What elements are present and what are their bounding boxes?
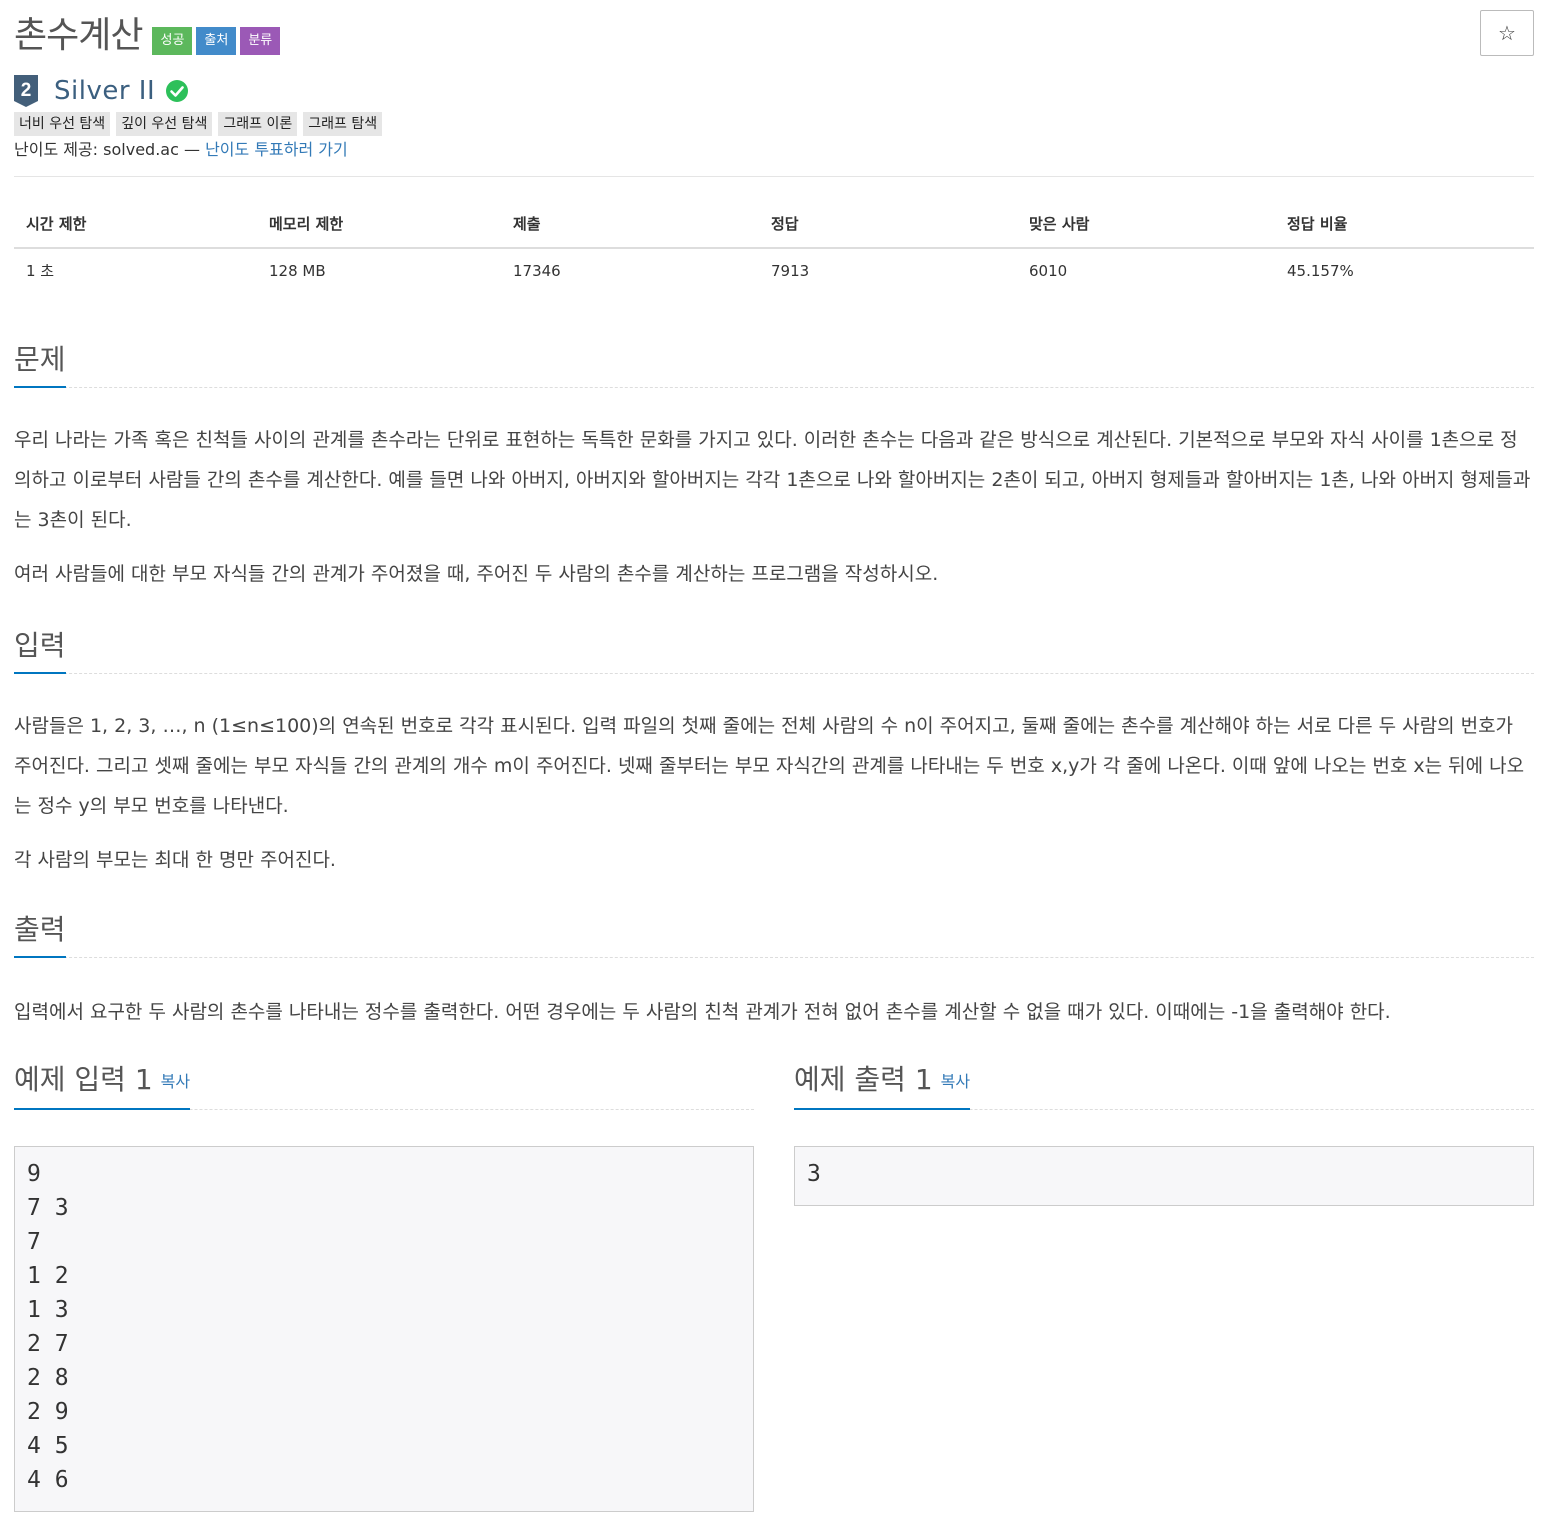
favorite-star-button[interactable]: ☆ <box>1480 10 1534 56</box>
output-section-title: 출력 <box>14 910 66 958</box>
silver-tier-icon[interactable]: 2 <box>14 75 38 107</box>
sample-output-header: 예제 출력 1 복사 <box>794 1062 1534 1110</box>
star-icon: ☆ <box>1498 22 1516 45</box>
label-badges: 성공 출처 분류 <box>152 27 281 55</box>
input-section-title: 입력 <box>14 626 66 674</box>
accept-ratio-value: 45.157% <box>1287 261 1354 280</box>
copy-sample-output-button[interactable]: 복사 <box>941 1072 970 1091</box>
category-badge[interactable]: 분류 <box>240 27 281 55</box>
tag-graph-traversal[interactable]: 그래프 탐색 <box>303 112 383 136</box>
tag-bfs[interactable]: 너비 우선 탐색 <box>14 112 111 136</box>
accepted-value[interactable]: 7913 <box>759 248 1017 292</box>
tier-row: 2 Silver II <box>14 74 189 108</box>
sample-input-title-wrap: 예제 입력 1 복사 <box>14 1060 191 1110</box>
input-paragraph: 각 사람의 부모는 최대 한 명만 주어진다. <box>14 849 336 871</box>
problem-description: 우리 나라는 가족 혹은 친척들 사이의 관계를 촌수라는 단위로 표현하는 독… <box>14 420 1534 608</box>
source-badge[interactable]: 출처 <box>196 27 237 55</box>
tier-level-text: 2 <box>21 80 32 101</box>
problem-paragraph: 여러 사람들에 대한 부모 자식들 간의 관계가 주어졌을 때, 주어진 두 사… <box>14 563 939 585</box>
table-header-row: 시간 제한 메모리 제한 제출 정답 맞은 사람 정답 비율 <box>14 200 1534 249</box>
sample-output-box[interactable]: 3 <box>794 1146 1534 1206</box>
output-description: 입력에서 요구한 두 사람의 촌수를 나타내는 정수를 출력한다. 어떤 경우에… <box>14 992 1534 1046</box>
problem-paragraph: 우리 나라는 가족 혹은 친척들 사이의 관계를 촌수라는 단위로 표현하는 독… <box>14 429 1531 531</box>
problem-title: 촌수계산 <box>14 15 143 56</box>
time-limit-header: 시간 제한 <box>14 200 257 249</box>
difficulty-vote-link[interactable]: 난이도 투표하러 가기 <box>205 140 348 159</box>
output-paragraph: 입력에서 요구한 두 사람의 촌수를 나타내는 정수를 출력한다. 어떤 경우에… <box>14 1001 1391 1023</box>
sample-input-box[interactable]: 9 7 3 7 1 2 1 3 2 7 2 8 2 9 4 5 4 6 <box>14 1146 754 1512</box>
solved-users-header: 맞은 사람 <box>1017 200 1275 249</box>
problem-info-table: 시간 제한 메모리 제한 제출 정답 맞은 사람 정답 비율 1 초 128 M… <box>14 200 1534 292</box>
time-limit-value: 1 초 <box>26 262 55 280</box>
check-circle-icon <box>166 80 189 102</box>
title-row: 촌수계산 성공 출처 분류 <box>14 12 281 60</box>
solved-users-value[interactable]: 6010 <box>1017 248 1275 292</box>
input-section-header: 입력 <box>14 626 1534 674</box>
submissions-value[interactable]: 17346 <box>501 248 759 292</box>
sample-output-title-wrap: 예제 출력 1 복사 <box>794 1060 971 1110</box>
tier-name[interactable]: Silver II <box>54 76 155 106</box>
sample-input-header: 예제 입력 1 복사 <box>14 1062 754 1110</box>
divider <box>14 176 1534 177</box>
sample-input-title: 예제 입력 1 <box>14 1063 153 1096</box>
input-description: 사람들은 1, 2, 3, …, n (1≤n≤100)의 연속된 번호로 각각… <box>14 706 1534 894</box>
submissions-header: 제출 <box>501 200 759 249</box>
difficulty-provider: 난이도 제공: solved.ac — 난이도 투표하러 가기 <box>14 138 348 162</box>
algorithm-tags: 너비 우선 탐색 깊이 우선 탐색 그래프 이론 그래프 탐색 <box>14 112 383 136</box>
problem-section-header: 문제 <box>14 340 1534 388</box>
accept-ratio-header: 정답 비율 <box>1275 200 1534 249</box>
accepted-header: 정답 <box>759 200 1017 249</box>
input-paragraph: 사람들은 1, 2, 3, …, n (1≤n≤100)의 연속된 번호로 각각… <box>14 715 1525 817</box>
output-section-header: 출력 <box>14 910 1534 958</box>
problem-section-title: 문제 <box>14 340 66 388</box>
sample-output-title: 예제 출력 1 <box>794 1063 933 1096</box>
memory-limit-header: 메모리 제한 <box>257 200 501 249</box>
tag-dfs[interactable]: 깊이 우선 탐색 <box>116 112 213 136</box>
success-badge: 성공 <box>152 27 193 55</box>
table-row: 1 초 128 MB 17346 7913 6010 45.157% <box>14 248 1534 292</box>
tag-graph-theory[interactable]: 그래프 이론 <box>218 112 298 136</box>
copy-sample-input-button[interactable]: 복사 <box>161 1072 190 1091</box>
difficulty-provider-text: 난이도 제공: solved.ac — <box>14 140 200 159</box>
memory-limit-value: 128 MB <box>269 261 326 280</box>
